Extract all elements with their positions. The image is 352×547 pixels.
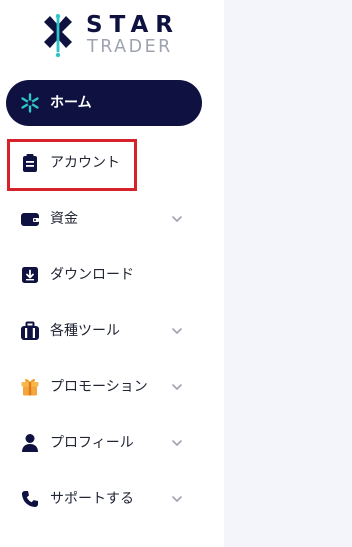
main-content-area: [224, 0, 352, 547]
toolbox-icon: [20, 320, 40, 342]
chevron-down-icon[interactable]: [171, 493, 183, 505]
gift-icon: [20, 376, 40, 398]
brand-name-line1: STAR: [86, 12, 180, 38]
chevron-down-icon[interactable]: [171, 437, 183, 449]
sidebar-item-profile[interactable]: プロフィール: [6, 420, 202, 466]
sidebar-item-home[interactable]: ホーム: [6, 80, 202, 126]
sidebar-item-promotion[interactable]: プロモーション: [6, 364, 202, 410]
sidebar-item-label: 各種ツール: [50, 323, 120, 339]
sidebar-item-label: ダウンロード: [50, 267, 134, 283]
sidebar-item-tools[interactable]: 各種ツール: [6, 308, 202, 354]
phone-icon: [20, 488, 40, 510]
download-icon: [20, 264, 40, 286]
sidebar-item-label: ホーム: [50, 95, 92, 111]
chevron-down-icon[interactable]: [171, 381, 183, 393]
chevron-down-icon[interactable]: [171, 325, 183, 337]
sidebar-item-download[interactable]: ダウンロード: [6, 252, 202, 298]
home-star-icon: [20, 92, 40, 114]
star-trader-logo-icon: [44, 14, 72, 58]
sidebar-item-label: プロフィール: [50, 435, 134, 451]
user-icon: [20, 432, 40, 454]
wallet-icon: [20, 208, 40, 230]
sidebar-item-support[interactable]: サポートする: [6, 476, 202, 522]
sidebar-item-funds[interactable]: 資金: [6, 196, 202, 242]
brand-logo[interactable]: STAR TRADER: [40, 12, 200, 62]
sidebar-item-label: 資金: [50, 211, 78, 227]
sidebar-item-label: プロモーション: [50, 379, 148, 395]
sidebar: STAR TRADER ホーム アカウント 資金 ダウンロード 各種ツール プロ…: [0, 0, 224, 547]
brand-name-line2: TRADER: [87, 37, 173, 57]
sidebar-item-label: サポートする: [50, 491, 134, 507]
highlight-annotation-box: [7, 139, 137, 191]
chevron-down-icon[interactable]: [171, 213, 183, 225]
